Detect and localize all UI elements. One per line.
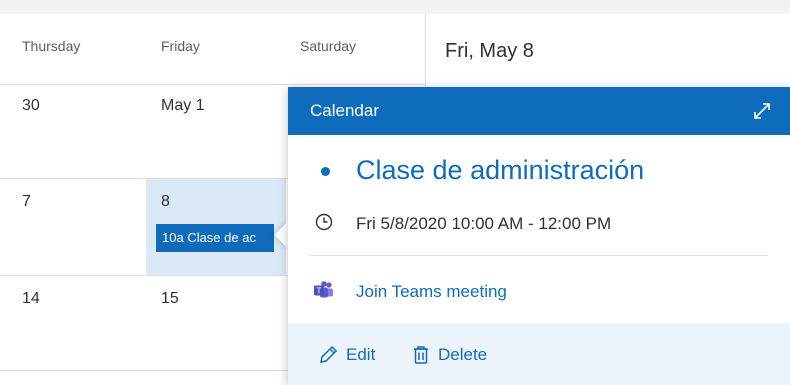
popup-header: Calendar — [288, 87, 790, 135]
edit-button[interactable]: Edit — [318, 345, 375, 365]
day-cell-apr30[interactable]: 30 — [22, 97, 40, 115]
pencil-icon — [320, 345, 338, 363]
expand-icon[interactable] — [752, 101, 772, 121]
event-title: Clase de administración — [356, 155, 645, 185]
day-cell-may15[interactable]: 15 — [161, 290, 179, 308]
day-view-date: Fri, May 8 — [445, 40, 534, 62]
popup-header-title: Calendar — [310, 101, 379, 120]
event-color-dot — [321, 167, 330, 176]
popup-footer: Edit Delete — [288, 323, 790, 385]
trash-icon — [414, 346, 428, 364]
day-cell-may14[interactable]: 14 — [22, 290, 40, 308]
divider — [310, 255, 768, 256]
teams-icon: T — [313, 281, 335, 299]
clock-icon — [315, 213, 333, 231]
delete-button[interactable]: Delete — [412, 345, 487, 365]
event-chip[interactable]: 10a Clase de ac — [156, 224, 274, 252]
event-time: Fri 5/8/2020 10:00 AM - 12:00 PM — [356, 214, 612, 233]
event-popup: Calendar Clase de administración Fri 5/8… — [288, 87, 790, 385]
svg-text:T: T — [317, 287, 322, 296]
day-cell-may8[interactable]: 8 — [161, 193, 170, 211]
top-bar — [0, 0, 790, 14]
join-teams-meeting-link[interactable]: Join Teams meeting — [356, 282, 507, 302]
day-header-friday: Friday — [161, 38, 200, 54]
panel-divider — [425, 14, 426, 94]
day-cell-may7[interactable]: 7 — [22, 193, 31, 211]
delete-label: Delete — [438, 345, 488, 364]
day-header-saturday: Saturday — [300, 38, 357, 54]
day-header-thursday: Thursday — [22, 38, 81, 54]
day-cell-may1[interactable]: May 1 — [161, 97, 205, 115]
edit-label: Edit — [346, 345, 376, 364]
row-divider — [0, 84, 425, 85]
